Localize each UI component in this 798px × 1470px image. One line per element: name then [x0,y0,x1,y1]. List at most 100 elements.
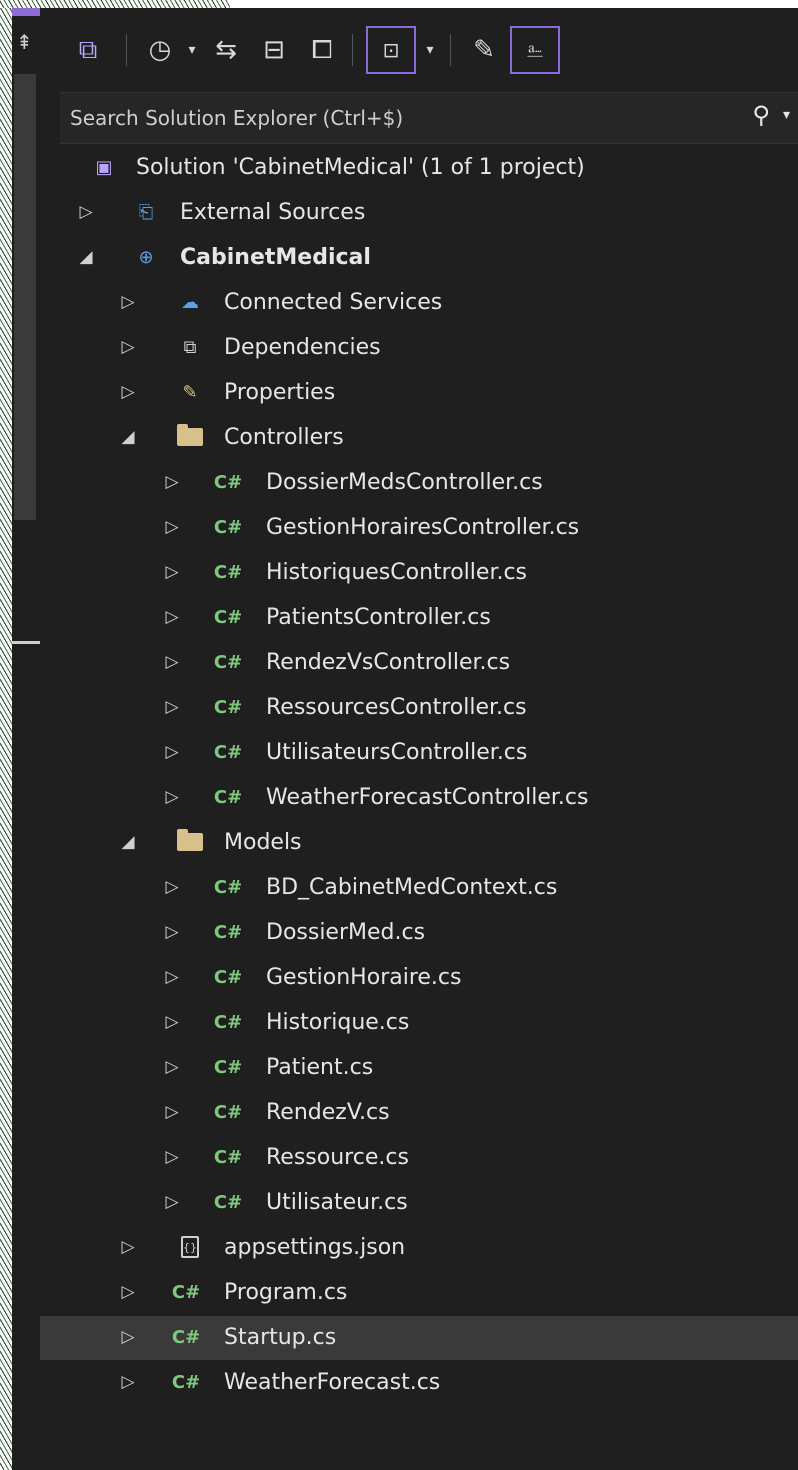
search-icon[interactable]: ⚲ [752,101,770,129]
decorative-border-top [0,0,230,8]
tree-item-label: RendezVsController.cs [266,650,511,675]
tree-item-label: PatientsController.cs [266,605,491,630]
tree-item-file[interactable]: ▷ C# Historique.cs [40,1001,798,1045]
tree-item-appsettings[interactable]: ▷ {} appsettings.json [40,1226,798,1270]
expand-arrow-icon[interactable]: ▷ [162,1055,182,1079]
expand-arrow-icon[interactable]: ▷ [162,1190,182,1214]
tree-item-file[interactable]: ▷ C# Patient.cs [40,1046,798,1090]
tree-item-label: WeatherForecastController.cs [266,785,589,810]
dropdown-caret-icon[interactable]: ▾ [182,26,202,74]
expand-arrow-icon[interactable]: ▷ [162,1010,182,1034]
tree-item-label: BD_CabinetMedContext.cs [266,875,558,900]
expand-arrow-icon[interactable]: ▷ [162,605,182,629]
csharp-file-icon: C# [213,1011,243,1033]
tree-item-file[interactable]: ▷ C# PatientsController.cs [40,596,798,640]
tree-item-program[interactable]: ▷ C# Program.cs [40,1271,798,1315]
search-bar: ⚲ ▾ [60,92,798,144]
search-options-chevron-icon[interactable]: ▾ [783,107,790,123]
tree-item-controllers-folder[interactable]: ◢ Controllers [40,416,798,460]
tree-item-file[interactable]: ▷ C# HistoriquesController.cs [40,551,798,595]
expand-arrow-icon[interactable]: ▷ [162,875,182,899]
expand-arrow-icon[interactable]: ▷ [118,1235,138,1259]
expand-arrow-icon[interactable]: ▷ [118,1280,138,1304]
tree-item-project[interactable]: ◢ ⊕ CabinetMedical [40,236,798,280]
expand-arrow-icon[interactable]: ▷ [162,740,182,764]
expand-arrow-icon[interactable]: ▷ [162,650,182,674]
tree-item-file[interactable]: ▷ C# RendezVsController.cs [40,641,798,685]
expand-arrow-icon[interactable]: ▷ [118,290,138,314]
csharp-file-icon: C# [213,606,243,628]
tree-item-label: Program.cs [224,1280,348,1305]
tree-item-label: CabinetMedical [180,245,371,270]
expand-arrow-icon[interactable]: ▷ [162,965,182,989]
csharp-file-icon: C# [213,741,243,763]
collapse-all-icon[interactable]: ⊟ [254,26,294,74]
expand-arrow-icon[interactable]: ▷ [76,200,96,224]
history-icon[interactable]: ◷ [140,26,180,74]
csharp-file-icon: C# [213,876,243,898]
tree-item-label: GestionHoraire.cs [266,965,462,990]
expand-arrow-icon[interactable]: ▷ [162,1100,182,1124]
scroll-marker [12,641,40,644]
collapse-arrow-icon[interactable]: ◢ [118,830,138,854]
collapse-arrow-icon[interactable]: ◢ [76,245,96,269]
expand-arrow-icon[interactable]: ▷ [162,695,182,719]
expand-arrow-icon[interactable]: ▷ [162,470,182,494]
collapse-arrow-icon[interactable]: ◢ [118,425,138,449]
tree-item-external-sources[interactable]: ▷ ⎗ External Sources [40,191,798,235]
tree-item-label: Historique.cs [266,1010,410,1035]
expand-arrow-icon[interactable]: ▷ [118,380,138,404]
tree-item-dependencies[interactable]: ▷ ⧉ Dependencies [40,326,798,370]
expand-arrow-icon[interactable]: ▷ [162,785,182,809]
dropdown-caret-icon[interactable]: ▾ [420,26,440,74]
tree-item-solution[interactable]: ▣ Solution 'CabinetMedical' (1 of 1 proj… [40,146,798,190]
tree-item-properties[interactable]: ▷ ✎ Properties [40,371,798,415]
tree-item-file[interactable]: ▷ C# DossierMed.cs [40,911,798,955]
folder-icon [176,828,204,856]
tree-item-file[interactable]: ▷ C# DossierMedsController.cs [40,461,798,505]
expand-arrow-icon[interactable]: ▷ [162,515,182,539]
csharp-file-icon: C# [213,561,243,583]
search-input[interactable] [68,93,708,143]
tree-item-label: Utilisateur.cs [266,1190,408,1215]
tree-item-weatherforecast[interactable]: ▷ C# WeatherForecast.cs [40,1361,798,1405]
tree-item-connected-services[interactable]: ▷ ☁ Connected Services [40,281,798,325]
tree-item-file[interactable]: ▷ C# Ressource.cs [40,1136,798,1180]
connected-services-icon: ☁ [181,291,199,313]
csharp-file-icon: C# [213,1056,243,1078]
tree-item-models-folder[interactable]: ◢ Models [40,821,798,865]
expand-arrow-icon[interactable]: ▷ [118,1370,138,1394]
csharp-file-icon: C# [213,786,243,808]
preview-selected-icon[interactable]: ⎁ [510,26,560,74]
csharp-file-icon: C# [171,1281,201,1303]
pin-icon[interactable]: ⇞ [16,30,33,54]
tree-item-file[interactable]: ▷ C# RendezV.cs [40,1091,798,1135]
expand-arrow-icon[interactable]: ▷ [162,920,182,944]
tree-item-label: HistoriquesController.cs [266,560,528,585]
properties-wrench-icon[interactable]: ✎ [464,26,504,74]
solution-icon: ▣ [95,156,113,178]
tree-item-file[interactable]: ▷ C# GestionHorairesController.cs [40,506,798,550]
tree-item-label: Models [224,830,302,855]
tree-item-file[interactable]: ▷ C# RessourcesController.cs [40,686,798,730]
vs-project-icon[interactable]: ⧉ [68,26,108,74]
expand-arrow-icon[interactable]: ▷ [162,1145,182,1169]
sync-icon[interactable]: ⇆ [206,26,246,74]
show-all-files-icon[interactable]: ⧠ [302,26,342,74]
csharp-file-icon: C# [213,516,243,538]
expand-arrow-icon[interactable]: ▷ [162,560,182,584]
scrollbar-thumb[interactable] [14,74,36,520]
tree-item-startup[interactable]: ▷ C# Startup.cs [40,1316,798,1360]
expand-arrow-icon[interactable]: ▷ [118,335,138,359]
tree-item-file[interactable]: ▷ C# Utilisateur.cs [40,1181,798,1225]
tree-item-file[interactable]: ▷ C# UtilisateursController.cs [40,731,798,775]
csharp-file-icon: C# [213,696,243,718]
tree-item-file[interactable]: ▷ C# BD_CabinetMedContext.cs [40,866,798,910]
expand-arrow-icon[interactable]: ▷ [118,1325,138,1349]
csharp-file-icon: C# [213,651,243,673]
tree-item-label: Dependencies [224,335,381,360]
switch-view-icon[interactable]: ⊡ [366,26,416,74]
tree-item-file[interactable]: ▷ C# WeatherForecastController.cs [40,776,798,820]
tree-item-file[interactable]: ▷ C# GestionHoraire.cs [40,956,798,1000]
tree-item-label: GestionHorairesController.cs [266,515,580,540]
